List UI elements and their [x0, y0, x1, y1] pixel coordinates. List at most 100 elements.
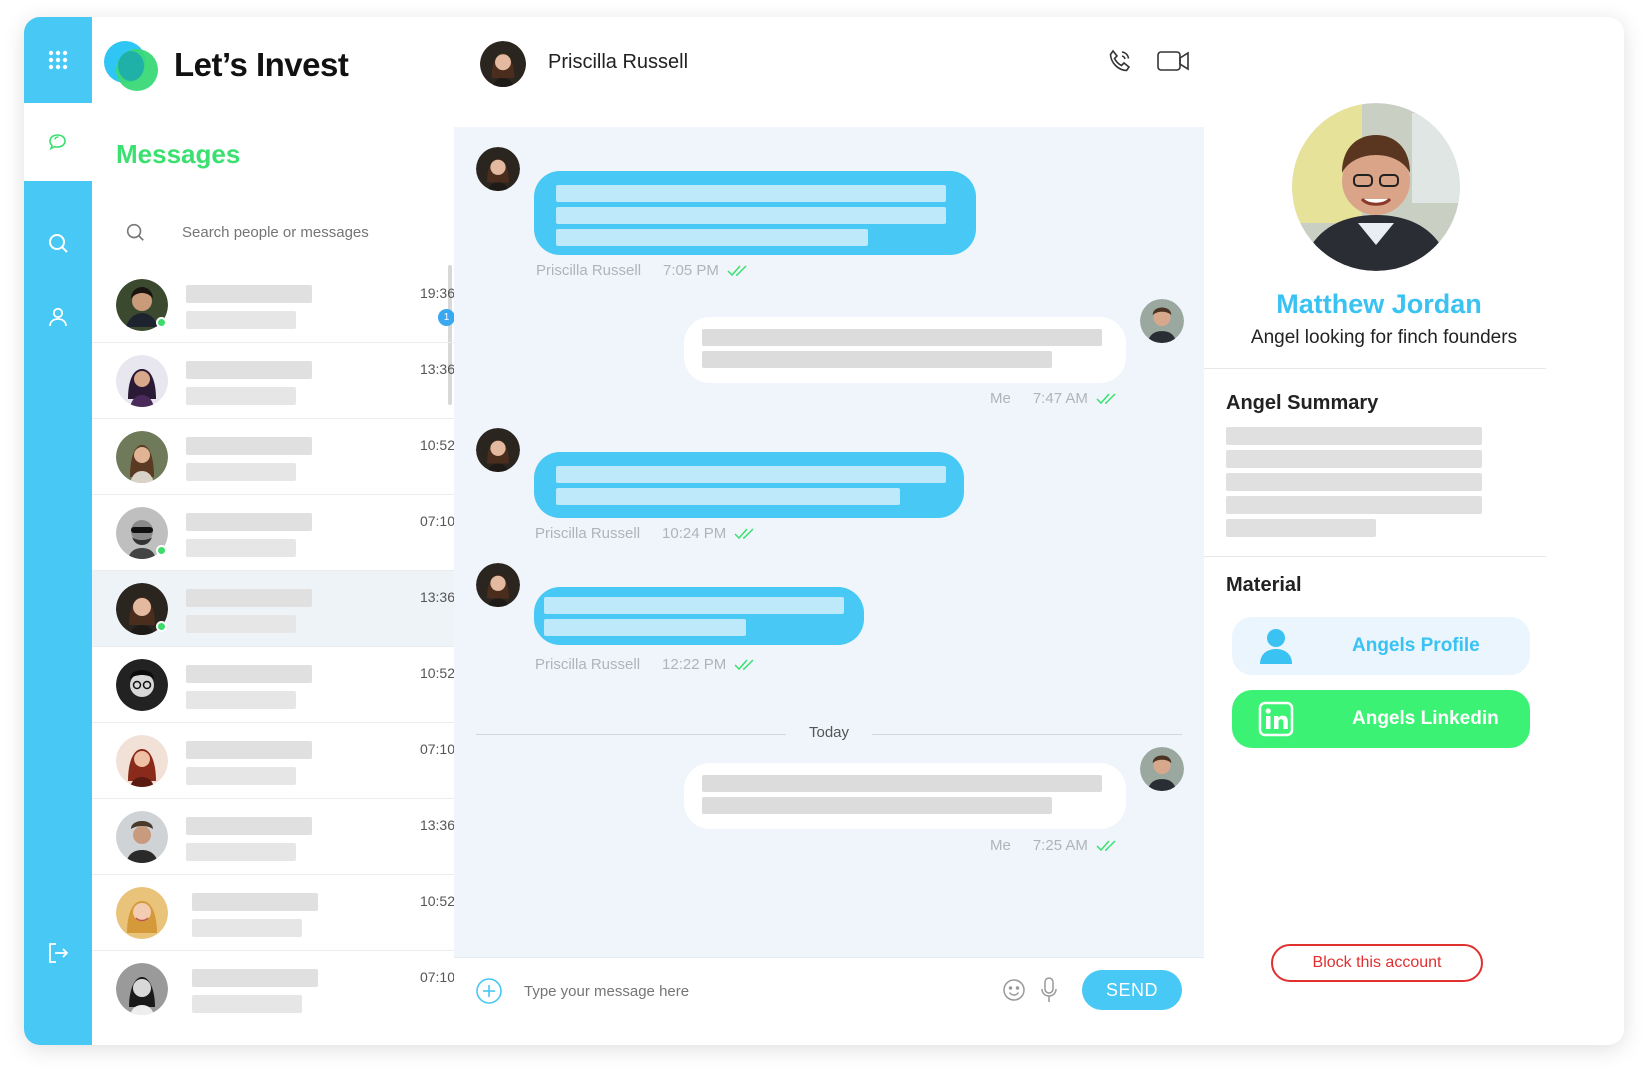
- add-attachment-icon[interactable]: [476, 978, 502, 1004]
- video-call-icon[interactable]: [1156, 47, 1190, 75]
- app-window: Let’s Invest Messages 19:36 1 13:36 1: [24, 17, 1624, 1045]
- chat-thread: Priscilla Russell 7:05 PM Me 7:47 AM Pri…: [454, 127, 1204, 1003]
- avatar: [116, 659, 168, 711]
- name-placeholder: [186, 741, 312, 759]
- name-placeholder: [192, 969, 318, 987]
- conversation-item[interactable]: 10:52: [92, 419, 477, 495]
- brand-name: Let’s Invest: [174, 46, 349, 83]
- message-meta: Me 7:25 AM: [990, 837, 1122, 854]
- conversation-time: 10:52: [419, 893, 455, 909]
- brand-logo: [104, 41, 160, 91]
- chat-bubbles-icon: [49, 134, 66, 151]
- profile-avatar: [1292, 103, 1460, 271]
- logout-icon: [49, 943, 69, 963]
- message-meta: Priscilla Russell 10:24 PM: [535, 525, 760, 542]
- name-placeholder: [186, 513, 312, 531]
- my-avatar: [1140, 299, 1184, 343]
- preview-placeholder: [192, 995, 302, 1013]
- message-sender: Me: [990, 837, 1011, 854]
- conversation-item[interactable]: 07:10: [92, 951, 477, 1027]
- nav-profile[interactable]: [24, 293, 92, 341]
- preview-placeholder: [186, 311, 296, 329]
- preview-placeholder: [192, 919, 302, 937]
- search-icon: [49, 234, 68, 253]
- conversation-item[interactable]: 07:10: [92, 723, 477, 799]
- conversation-item[interactable]: 13:36: [92, 343, 477, 419]
- material-heading: Material: [1226, 574, 1302, 596]
- read-receipt-icon: [734, 527, 754, 539]
- contact-avatar: [480, 41, 526, 87]
- read-receipt-icon: [727, 264, 747, 276]
- microphone-icon[interactable]: [1040, 976, 1058, 1004]
- divider: [1204, 368, 1546, 369]
- search-icon: [126, 223, 144, 241]
- avatar: [116, 355, 168, 407]
- conversation-time: 13:36: [419, 817, 455, 833]
- avatar: [116, 735, 168, 787]
- send-button[interactable]: SEND: [1082, 970, 1182, 1010]
- name-placeholder: [186, 361, 312, 379]
- conversation-item[interactable]: 07:10: [92, 495, 477, 571]
- unread-badge: 1: [438, 309, 455, 326]
- name-placeholder: [186, 817, 312, 835]
- preview-placeholder: [186, 387, 296, 405]
- conversation-item[interactable]: 13:36: [92, 799, 477, 875]
- message-input[interactable]: [524, 978, 904, 1004]
- conversation-list: 19:36 1 13:36 10:52 07:10 13:36 10:52 07…: [92, 267, 477, 1045]
- conversation-item[interactable]: 10:52: [92, 875, 477, 951]
- conversation-time: 19:36: [419, 285, 455, 301]
- nav-search[interactable]: [24, 219, 92, 267]
- message-bubble-incoming[interactable]: [534, 452, 964, 518]
- message-bubble-incoming[interactable]: [534, 171, 976, 255]
- message-sender: Priscilla Russell: [535, 656, 641, 673]
- conversation-item[interactable]: 19:36 1: [92, 267, 477, 343]
- message-bubble-incoming[interactable]: [534, 587, 864, 645]
- divider: [1204, 556, 1546, 557]
- conversation-time: 07:10: [419, 513, 455, 529]
- message-time: 7:25 AM: [1032, 837, 1088, 854]
- message-sender: Me: [990, 390, 1011, 407]
- block-account-button[interactable]: Block this account: [1271, 944, 1483, 982]
- name-placeholder: [186, 665, 312, 683]
- angels-profile-button[interactable]: Angels Profile: [1232, 617, 1530, 675]
- conversation-time: 10:52: [419, 437, 455, 453]
- search-bar[interactable]: [124, 217, 424, 247]
- name-placeholder: [186, 285, 312, 303]
- date-divider: Today: [476, 724, 1182, 744]
- apps-grid-button[interactable]: [24, 17, 92, 103]
- message-time: 7:47 AM: [1032, 390, 1088, 407]
- message-composer: SEND: [454, 957, 1204, 1045]
- name-placeholder: [192, 893, 318, 911]
- message-sender: Priscilla Russell: [535, 525, 641, 542]
- user-icon: [49, 307, 67, 327]
- nav-messages[interactable]: [24, 103, 92, 181]
- message-bubble-outgoing[interactable]: [684, 763, 1126, 829]
- preview-placeholder: [186, 691, 296, 709]
- my-avatar: [1140, 747, 1184, 791]
- phone-call-icon[interactable]: [1106, 47, 1134, 75]
- linkedin-icon: [1258, 701, 1294, 737]
- nav-logout[interactable]: [24, 929, 92, 977]
- read-receipt-icon: [1096, 839, 1116, 851]
- brand: Let’s Invest: [104, 41, 349, 91]
- preview-placeholder: [186, 539, 296, 557]
- conversation-time: 10:52: [419, 665, 455, 681]
- conversation-item-selected[interactable]: 13:36: [92, 571, 477, 647]
- avatar: [116, 887, 168, 939]
- chat-header: Priscilla Russell: [454, 17, 1204, 127]
- emoji-icon[interactable]: [1002, 978, 1026, 1002]
- profile-panel: Matthew Jordan Angel looking for finch f…: [1204, 17, 1624, 1045]
- messages-title: Messages: [116, 139, 241, 169]
- search-input[interactable]: [182, 223, 402, 241]
- name-placeholder: [186, 589, 312, 607]
- name-placeholder: [186, 437, 312, 455]
- message-sender: Priscilla Russell: [536, 262, 642, 279]
- online-indicator: [156, 545, 167, 556]
- avatar: [116, 431, 168, 483]
- conversation-item[interactable]: 10:52: [92, 647, 477, 723]
- message-bubble-outgoing[interactable]: [684, 317, 1126, 383]
- user-icon: [1260, 629, 1292, 664]
- apps-grid-icon: [48, 50, 68, 70]
- angels-linkedin-button[interactable]: Angels Linkedin: [1232, 690, 1530, 748]
- conversation-time: 13:36: [419, 361, 455, 377]
